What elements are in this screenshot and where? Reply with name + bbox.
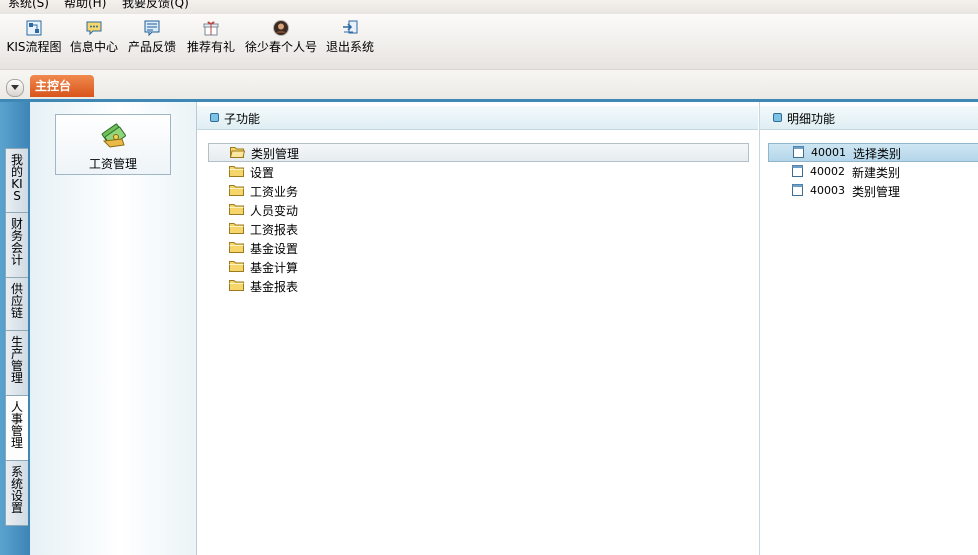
detail-function-item[interactable]: 40001 选择类别 (768, 143, 978, 162)
sub-function-label: 基金报表 (250, 280, 299, 294)
info-center-button[interactable]: 信息中心 (68, 18, 120, 64)
sub-function-item-fund-settings[interactable]: 基金设置 (208, 238, 749, 257)
detail-function-code: 40003 (810, 184, 845, 197)
folder-icon (229, 223, 244, 234)
side-nav-label: 生产管理 (10, 335, 23, 385)
document-icon (793, 146, 804, 158)
detail-function-item[interactable]: 40002 新建类别 (768, 162, 978, 181)
sub-function-label: 设置 (250, 166, 275, 180)
side-nav-item-finance[interactable]: 财务会计 (5, 212, 28, 278)
sub-function-label: 类别管理 (251, 147, 300, 161)
menu-system[interactable]: 系统(S) (8, 0, 49, 11)
document-icon (792, 184, 803, 196)
kis-flowchart-label: KIS流程图 (6, 40, 62, 54)
side-nav-item-hr[interactable]: 人事管理 (5, 395, 28, 461)
payroll-icon (101, 123, 126, 148)
payroll-module-label: 工资管理 (88, 157, 137, 171)
sub-function-panel: 子功能 类别管理 设置 工资业务 人员变动 工资报表 基金设置 基金计算 基金报… (197, 102, 758, 555)
personal-account-label: 徐少春个人号 (244, 40, 317, 54)
product-feedback-button[interactable]: 产品反馈 (126, 18, 178, 64)
sub-function-label: 工资报表 (250, 223, 299, 237)
header-bullet-icon (773, 113, 782, 122)
folder-icon (229, 166, 244, 177)
detail-function-name: 选择类别 (853, 147, 902, 161)
document-icon (792, 165, 803, 177)
folder-icon (229, 261, 244, 272)
sub-function-item-payroll-reports[interactable]: 工资报表 (208, 219, 749, 238)
personal-account-button[interactable]: 徐少春个人号 (243, 18, 319, 64)
recommend-gift-label: 推荐有礼 (186, 40, 235, 54)
sub-function-label: 基金计算 (250, 261, 299, 275)
sub-function-label: 人员变动 (250, 204, 299, 218)
sub-function-item-fund-calculation[interactable]: 基金计算 (208, 257, 749, 276)
payroll-module-button[interactable]: 工资管理 (55, 114, 171, 175)
gift-icon (202, 19, 220, 37)
detail-function-list: 40001 选择类别 40002 新建类别 40003 类别管理 (768, 143, 978, 200)
folder-icon (229, 204, 244, 215)
collapse-button[interactable] (6, 79, 24, 97)
side-nav-label: 供应链 (10, 282, 23, 320)
exit-system-label: 退出系统 (325, 40, 374, 54)
detail-function-header: 明细功能 (760, 106, 978, 130)
sub-function-item-fund-reports[interactable]: 基金报表 (208, 276, 749, 295)
sub-function-item-settings[interactable]: 设置 (208, 162, 749, 181)
info-center-label: 信息中心 (69, 40, 118, 54)
side-nav-label: 我的KIS (10, 153, 23, 203)
sub-function-item-payroll-business[interactable]: 工资业务 (208, 181, 749, 200)
sub-function-list: 类别管理 设置 工资业务 人员变动 工资报表 基金设置 基金计算 基金报表 (208, 143, 749, 295)
folder-icon (229, 242, 244, 253)
side-nav: 我的KIS 财务会计 供应链 生产管理 人事管理 系统设置 (0, 102, 30, 555)
chevron-down-icon (11, 85, 19, 90)
detail-function-name: 新建类别 (852, 166, 901, 180)
detail-function-code: 40001 (811, 146, 846, 159)
folder-open-icon (230, 147, 245, 158)
side-nav-label: 人事管理 (10, 400, 23, 450)
menu-help[interactable]: 帮助(H) (64, 0, 106, 11)
message-icon (85, 19, 103, 37)
detail-function-panel: 明细功能 40001 选择类别 40002 新建类别 40003 类别管理 (759, 102, 978, 555)
side-nav-label: 财务会计 (10, 217, 23, 267)
detail-function-name: 类别管理 (852, 185, 901, 199)
exit-system-button[interactable]: 退出系统 (324, 18, 376, 64)
detail-function-title: 明细功能 (787, 112, 836, 126)
side-nav-item-production[interactable]: 生产管理 (5, 330, 28, 396)
folder-icon (229, 185, 244, 196)
flowchart-icon (25, 19, 43, 37)
tab-strip: 主控台 (0, 70, 978, 102)
sub-function-header: 子功能 (197, 106, 758, 130)
detail-function-code: 40002 (810, 165, 845, 178)
kis-flowchart-button[interactable]: KIS流程图 (5, 18, 63, 64)
module-panel: 工资管理 (30, 102, 197, 555)
menu-bar: 系统(S) 帮助(H) 我要反馈(Q) (0, 0, 978, 14)
profile-icon (272, 19, 290, 37)
sub-function-item-category-management[interactable]: 类别管理 (208, 143, 749, 162)
sub-function-label: 工资业务 (250, 185, 299, 199)
feedback-icon (143, 19, 161, 37)
header-bullet-icon (210, 113, 219, 122)
sub-function-label: 基金设置 (250, 242, 299, 256)
menu-feedback[interactable]: 我要反馈(Q) (122, 0, 189, 11)
sub-function-title: 子功能 (224, 112, 261, 126)
side-nav-item-supply-chain[interactable]: 供应链 (5, 277, 28, 331)
side-nav-item-my-kis[interactable]: 我的KIS (5, 148, 28, 213)
folder-icon (229, 280, 244, 291)
side-nav-label: 系统设置 (10, 465, 23, 515)
side-nav-item-system-settings[interactable]: 系统设置 (5, 460, 28, 526)
detail-function-item[interactable]: 40003 类别管理 (768, 181, 978, 200)
toolbar: KIS流程图 信息中心 产品反馈 推荐有礼 徐少春个人号 退出系统 (0, 14, 978, 70)
tab-main-console[interactable]: 主控台 (30, 75, 94, 97)
exit-icon (341, 19, 359, 37)
recommend-gift-button[interactable]: 推荐有礼 (185, 18, 237, 64)
sub-function-item-staff-changes[interactable]: 人员变动 (208, 200, 749, 219)
product-feedback-label: 产品反馈 (127, 40, 176, 54)
